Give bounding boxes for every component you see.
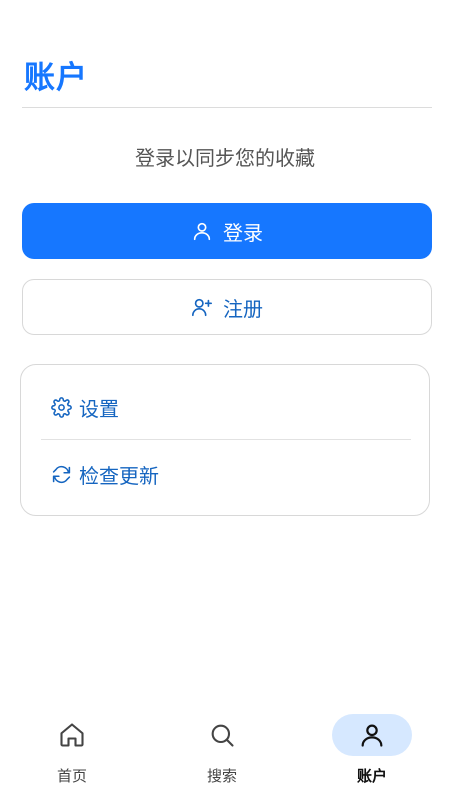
search-icon	[208, 721, 236, 749]
nav-label-account: 账户	[356, 767, 387, 785]
title-divider	[22, 107, 432, 108]
page-title: 账户	[24, 60, 88, 96]
nav-label-search: 搜索	[206, 767, 237, 785]
nav-label-home: 首页	[56, 767, 87, 785]
login-button-label: 登录	[223, 220, 263, 245]
settings-item-label: 设置	[79, 396, 119, 421]
login-button[interactable]: 登录	[22, 203, 432, 259]
register-button[interactable]: 注册	[22, 279, 432, 335]
user-icon	[191, 220, 223, 242]
check-update-item[interactable]: 检查更新	[51, 454, 159, 494]
nav-icon-wrap-active	[332, 714, 412, 756]
card-divider	[41, 439, 411, 440]
register-button-label: 注册	[223, 296, 263, 321]
nav-icon-wrap	[32, 714, 112, 756]
home-icon	[58, 721, 86, 749]
gear-icon	[51, 396, 79, 418]
login-prompt-text: 登录以同步您的收藏	[135, 146, 315, 170]
settings-item[interactable]: 设置	[51, 387, 119, 427]
nav-icon-wrap	[182, 714, 262, 756]
account-page: 账户 登录以同步您的收藏 登录 注册 设置 检查更新 首页 搜索 账户	[0, 0, 450, 800]
refresh-icon	[51, 464, 79, 485]
bottom-nav: 首页 搜索 账户	[0, 700, 450, 800]
nav-item-account[interactable]: 账户	[322, 714, 422, 794]
settings-card: 设置 检查更新	[20, 364, 430, 516]
nav-item-home[interactable]: 首页	[22, 714, 122, 794]
user-icon	[358, 721, 386, 749]
add-user-icon	[191, 296, 223, 318]
nav-item-search[interactable]: 搜索	[172, 714, 272, 794]
check-update-item-label: 检查更新	[79, 463, 159, 488]
